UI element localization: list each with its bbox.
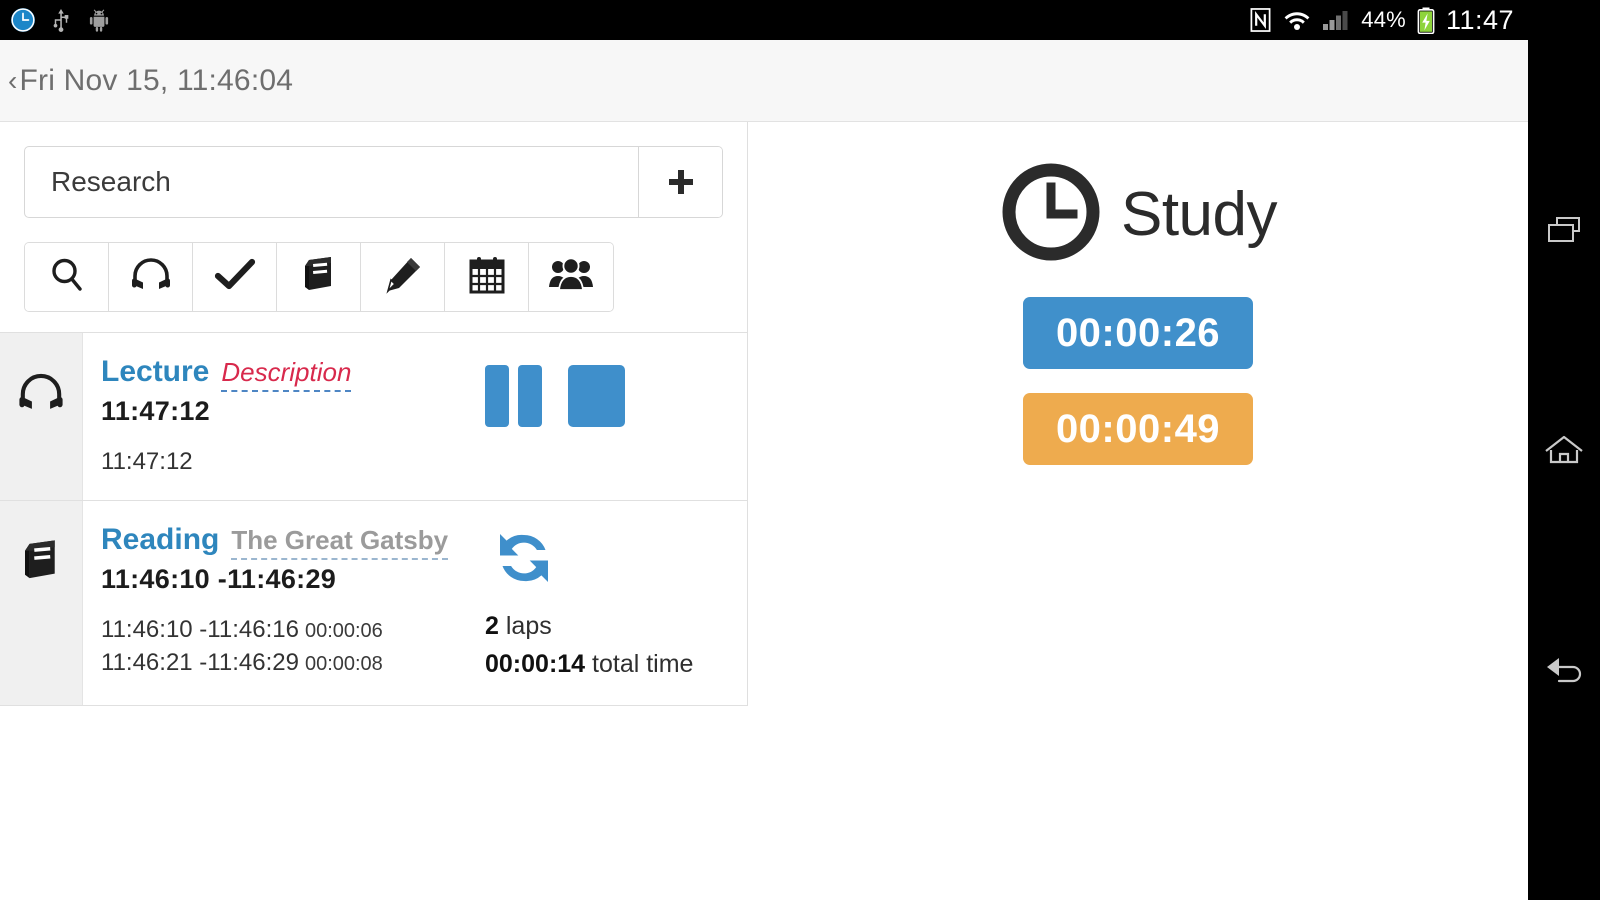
entry-time-range: 11:46:10 -11:46:29 — [101, 564, 337, 595]
lap-count-suffix: laps — [505, 612, 552, 641]
breadcrumb[interactable]: ‹ Fri Nov 15, 11:46:04 — [0, 64, 293, 98]
entry-name[interactable]: Reading — [101, 523, 219, 557]
entry-details: Lecture Description 11:47:12 11:47:12 — [101, 355, 479, 478]
android-status-bar: 44% 11:47 — [0, 0, 1528, 40]
entry-type-icon-cell — [0, 501, 83, 706]
lap-duration: 00:00:06 — [304, 620, 383, 643]
entry-time-range: 11:47:12 — [101, 396, 210, 426]
back-button[interactable] — [1541, 647, 1587, 693]
refresh-icon[interactable] — [491, 527, 729, 594]
recent-apps-button[interactable] — [1541, 207, 1587, 253]
task-controls — [0, 122, 747, 332]
task-type-reading[interactable] — [277, 243, 361, 311]
task-type-writing[interactable] — [361, 243, 445, 311]
battery-charging-icon — [1417, 7, 1435, 34]
task-entry-reading[interactable]: Reading The Great Gatsby 11:46:10 -11:46… — [0, 501, 747, 707]
entry-actions: 2 laps 00:00:14 total time — [479, 523, 729, 683]
entry-body: Lecture Description 11:47:12 11:47:12 — [83, 333, 747, 500]
task-type-calendar[interactable] — [445, 243, 529, 311]
android-robot-icon — [86, 7, 112, 33]
pause-bar-right — [518, 365, 542, 427]
add-task-button[interactable] — [638, 147, 722, 217]
lap-row: 11:46:21 -11:46:29 00:00:08 — [101, 646, 479, 679]
task-entry-lecture[interactable]: Lecture Description 11:47:12 11:47:12 — [0, 333, 747, 502]
task-type-listening[interactable] — [109, 243, 193, 311]
active-task-title: Study — [1120, 180, 1278, 249]
task-type-check[interactable] — [193, 243, 277, 311]
search-icon — [46, 254, 88, 301]
task-list-panel: Lecture Description 11:47:12 11:47:12 — [0, 122, 748, 707]
home-button[interactable] — [1541, 427, 1587, 473]
new-task-input[interactable] — [25, 147, 638, 217]
signal-icon — [1322, 9, 1350, 31]
add-task-row — [24, 146, 723, 218]
headphones-icon — [129, 254, 173, 301]
book-icon — [298, 254, 340, 301]
status-bar-notifications — [0, 7, 112, 33]
clock-icon — [999, 160, 1103, 269]
entry-name[interactable]: Lecture — [101, 355, 209, 389]
lap-range: 11:46:21 -11:46:29 — [101, 649, 299, 677]
headphones-icon — [16, 369, 66, 422]
task-type-group[interactable] — [529, 243, 613, 311]
main-split: Lecture Description 11:47:12 11:47:12 — [0, 122, 1528, 900]
task-type-toolbar — [24, 242, 614, 312]
app-top-bar: ‹ Fri Nov 15, 11:46:04 — [0, 40, 1528, 122]
lap-row: 11:46:10 -11:46:16 00:00:06 — [101, 613, 479, 646]
lap-count-line: 2 laps — [485, 608, 729, 646]
screen-root: 44% 11:47 ‹ Fri Nov 15, 11:46:04 Researc… — [0, 0, 1600, 900]
entry-title-line: Reading The Great Gatsby — [101, 523, 479, 561]
entry-player-controls — [485, 355, 729, 427]
entry-lap-list: 11:47:12 — [101, 445, 479, 478]
entry-actions — [479, 355, 729, 478]
people-icon — [548, 254, 594, 301]
pause-button[interactable] — [485, 365, 542, 427]
status-bar-system-icons: 44% 11:47 — [1249, 5, 1528, 36]
active-timer-panel: Study 00:00:26 00:00:49 — [748, 122, 1528, 900]
battery-percent-label: 44% — [1361, 7, 1406, 32]
total-time-line: 00:00:14 total time — [485, 646, 729, 684]
nfc-icon — [1249, 7, 1272, 33]
pause-bar-left — [485, 365, 509, 427]
status-bar-clock: 11:47 — [1445, 4, 1514, 35]
breadcrumb-label: Fri Nov 15, 11:46:04 — [19, 63, 294, 97]
stop-button[interactable] — [568, 365, 625, 427]
task-entry-list: Lecture Description 11:47:12 11:47:12 Re… — [0, 332, 747, 707]
lap-row: 11:47:12 — [101, 445, 479, 478]
task-type-search[interactable] — [25, 243, 109, 311]
app-window: ‹ Fri Nov 15, 11:46:04 Research Lecture … — [0, 40, 1528, 900]
lap-range: 11:47:12 — [101, 448, 193, 475]
wifi-icon — [1283, 9, 1311, 31]
entry-lap-list: 11:46:10 -11:46:16 00:00:06 11:46:21 -11:… — [101, 613, 479, 679]
back-chevron-icon[interactable]: ‹ — [8, 65, 18, 97]
entry-details: Reading The Great Gatsby 11:46:10 -11:46… — [101, 523, 479, 683]
entry-description[interactable]: Description — [221, 357, 352, 392]
calendar-icon — [466, 254, 508, 301]
check-icon — [213, 255, 257, 300]
pencil-icon — [382, 254, 424, 301]
entry-lap-summary: 2 laps 00:00:14 total time — [485, 523, 729, 683]
android-nav-bar — [1528, 0, 1600, 900]
total-time-suffix: total time — [592, 649, 694, 678]
entry-body: Reading The Great Gatsby 11:46:10 -11:46… — [83, 501, 747, 705]
total-time: 00:00:14 — [485, 649, 586, 678]
entry-description[interactable]: The Great Gatsby — [231, 525, 449, 561]
entry-type-icon-cell — [0, 333, 83, 501]
active-elapsed-badge[interactable]: 00:00:26 — [1023, 297, 1253, 369]
entry-title-line: Lecture Description — [101, 355, 479, 392]
lap-range: 11:46:10 -11:46:16 — [101, 616, 299, 644]
active-total-badge[interactable]: 00:00:49 — [1023, 393, 1253, 465]
clock-icon — [10, 7, 36, 33]
usb-icon — [50, 7, 72, 33]
lap-count: 2 — [485, 612, 499, 641]
lap-duration: 00:00:08 — [304, 653, 383, 676]
book-icon — [16, 537, 66, 590]
active-timer-header: Study — [999, 160, 1278, 269]
